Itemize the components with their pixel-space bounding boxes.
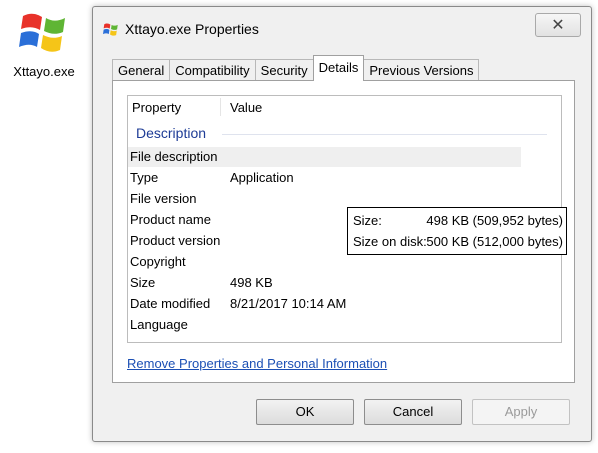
tab-compatibility[interactable]: Compatibility [169,59,256,81]
title-bar[interactable]: Xttayo.exe Properties ✕ [93,7,591,47]
close-icon: ✕ [551,17,565,34]
windows-logo-icon [103,23,118,36]
property-value: 498 KB [230,275,273,290]
close-button[interactable]: ✕ [535,13,581,37]
details-panel: Property Value Description File descript… [112,80,575,383]
property-value: Application [230,170,294,185]
property-name: Size [130,275,156,290]
desktop-file-icon[interactable]: Xttayo.exe [6,6,82,79]
tooltip-disk-label: Size on disk: [353,234,427,249]
tab-previous-versions[interactable]: Previous Versions [363,59,480,81]
ok-button[interactable]: OK [256,399,354,425]
column-header-value[interactable]: Value [230,100,262,115]
cancel-button[interactable]: Cancel [364,399,462,425]
table-row[interactable]: File version [128,189,521,209]
window-title: Xttayo.exe Properties [125,21,259,37]
tooltip-disk-value: 500 KB (512,000 bytes) [426,234,563,249]
desktop-icon-label: Xttayo.exe [13,64,75,79]
table-row[interactable]: Copyright [128,252,521,272]
table-row[interactable]: Language [128,315,521,335]
windows-logo-icon [19,13,65,52]
property-value: 8/21/2017 10:14 AM [230,296,347,311]
column-divider[interactable] [220,98,221,116]
tab-strip: General Compatibility Security Details P… [112,55,480,81]
table-row[interactable]: Type Application [128,168,521,188]
section-divider [222,134,547,135]
remove-properties-link[interactable]: Remove Properties and Personal Informati… [127,356,387,371]
tab-security[interactable]: Security [254,59,314,81]
table-row[interactable]: Size 498 KB [128,273,521,293]
tooltip-size-value: 498 KB (509,952 bytes) [426,213,563,228]
property-name: Product version [130,233,221,248]
table-row[interactable]: File description [128,147,521,167]
property-name: Type [130,170,159,185]
tooltip-disk-row: Size on disk: 500 KB (512,000 bytes) [353,234,563,254]
property-name: File version [130,191,197,206]
property-name: Product name [130,212,211,227]
size-tooltip: Size: 498 KB (509,952 bytes) Size on dis… [347,207,567,255]
tab-details[interactable]: Details [312,55,365,81]
apply-button[interactable]: Apply [472,399,570,425]
list-header: Property Value [128,96,561,118]
property-name: Language [130,317,188,332]
property-name: Date modified [130,296,211,311]
property-name: File description [130,149,218,164]
property-name: Copyright [130,254,186,269]
tab-general[interactable]: General [112,59,171,81]
column-header-property[interactable]: Property [132,100,181,115]
tooltip-size-row: Size: 498 KB (509,952 bytes) [353,213,563,233]
section-title-description: Description [136,125,207,141]
table-row[interactable]: Date modified 8/21/2017 10:14 AM [128,294,521,314]
tooltip-size-label: Size: [353,213,382,228]
properties-window: Xttayo.exe Properties ✕ General Compatib… [92,6,592,442]
